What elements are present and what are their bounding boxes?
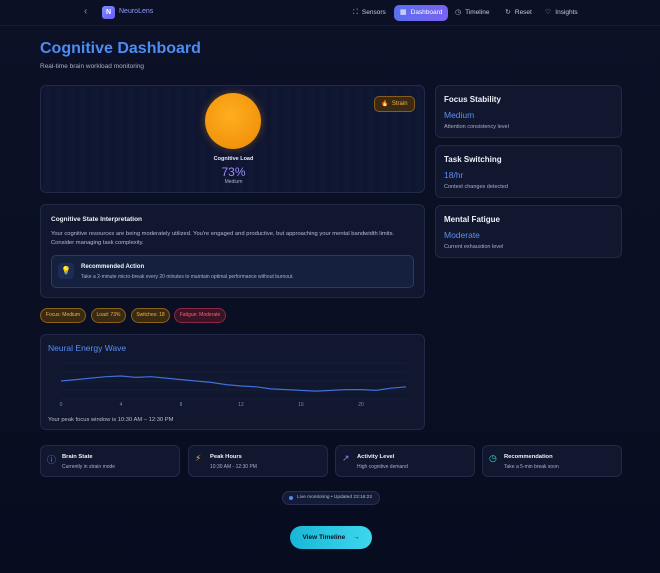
- strain-badge[interactable]: 🔥 Strain: [374, 96, 415, 112]
- stat-desc: Context changes detected: [444, 184, 508, 190]
- live-dot-icon: [289, 496, 293, 500]
- sensors-icon: ⛶: [353, 9, 358, 16]
- clock-icon: ◷: [489, 453, 497, 463]
- back-chevron-icon[interactable]: ‹: [84, 6, 87, 17]
- recommended-action-text: Take a 2-minute micro-break every 20 min…: [81, 274, 294, 280]
- mental-fatigue-card: Mental Fatigue Moderate Current exhausti…: [435, 205, 622, 258]
- mini-title: Activity Level: [357, 454, 395, 460]
- cognitive-load-label: Cognitive Load: [213, 156, 254, 162]
- stat-title: Mental Fatigue: [444, 215, 501, 224]
- live-status-badge: Live monitoring • Updated 23:16:22: [282, 491, 380, 505]
- interpretation-title: Cognitive State Interpretation: [51, 216, 143, 223]
- x-tick-label: 4: [120, 402, 123, 408]
- peak-hours-card[interactable]: ⚡ Peak Hours 10:30 AM - 12:30 PM: [188, 445, 328, 477]
- page-title: Cognitive Dashboard: [40, 40, 201, 57]
- mini-desc: High cognitive demand: [357, 464, 408, 470]
- tag-fatigue[interactable]: Fatigue: Moderate: [174, 308, 226, 323]
- dashboard-icon: ▦: [400, 9, 407, 16]
- stat-title: Task Switching: [444, 155, 502, 164]
- nav-reset[interactable]: ↻ Reset: [499, 5, 538, 21]
- cognitive-load-level: Medium: [224, 179, 243, 185]
- recommended-action-box: 💡 Recommended Action Take a 2-minute mic…: [51, 255, 414, 288]
- x-tick-label: 20: [358, 402, 364, 408]
- tag-focus[interactable]: Focus: Medium: [40, 308, 86, 323]
- mini-desc: 10:30 AM - 12:30 PM: [210, 464, 257, 470]
- activity-level-card[interactable]: ↗ Activity Level High cognitive demand: [335, 445, 475, 477]
- tag-load[interactable]: Load: 73%: [91, 308, 126, 323]
- cognitive-load-card: Cognitive Load 73% Medium 🔥 Strain: [40, 85, 425, 193]
- neural-energy-wave-card: Neural Energy Wave 0 4 8 12 16 20 Your peak f…: [40, 334, 425, 430]
- brand-logo[interactable]: N: [102, 6, 115, 19]
- stat-title: Focus Stability: [444, 95, 501, 104]
- x-tick-label: 16: [298, 402, 304, 408]
- cognitive-load-value: 73%: [221, 165, 246, 179]
- wave-chart: 0 4 8 12 16 20: [60, 362, 407, 408]
- reset-icon: ↻: [505, 9, 511, 16]
- mini-desc: Take a 5-min break soon: [504, 464, 559, 470]
- nav-timeline[interactable]: ◷ Timeline: [449, 5, 495, 21]
- mini-title: Brain State: [62, 454, 93, 460]
- cognitive-load-orb: [205, 93, 261, 149]
- stat-value: 18/hr: [444, 170, 464, 180]
- x-tick-label: 0: [60, 402, 63, 408]
- recommendation-card[interactable]: ◷ Recommendation Take a 5-min break soon: [482, 445, 622, 477]
- recommended-action-title: Recommended Action: [81, 264, 145, 270]
- stat-desc: Current exhaustion level: [444, 244, 504, 250]
- strain-icon: 🔥: [381, 101, 389, 107]
- lightbulb-icon: 💡: [58, 263, 74, 279]
- interpretation-text: Your cognitive resources are being moder…: [51, 231, 395, 246]
- task-switching-card: Task Switching 18/hr Context changes det…: [435, 145, 622, 198]
- mini-desc: Currently in strain mode: [62, 464, 116, 470]
- wave-series-line: [60, 375, 407, 392]
- lightning-icon: ⚡: [195, 453, 202, 463]
- nav-dashboard[interactable]: ▦ Dashboard: [394, 5, 449, 21]
- lightbulb-icon: ♡: [545, 9, 552, 16]
- tag-switches[interactable]: Switches: 18: [131, 308, 170, 323]
- brain-state-card[interactable]: ⓘ Brain State Currently in strain mode: [40, 445, 180, 477]
- clock-icon: ◷: [455, 9, 462, 16]
- stat-desc: Attention consistency level: [444, 124, 509, 130]
- x-tick-label: 12: [238, 402, 244, 408]
- mini-title: Peak Hours: [210, 454, 242, 460]
- brand-name[interactable]: NeuroLens: [119, 8, 153, 15]
- nav-insights[interactable]: ♡ Insights: [539, 5, 584, 21]
- wave-title: Neural Energy Wave: [48, 343, 127, 353]
- info-icon: ⓘ: [47, 455, 57, 465]
- arrow-right-icon: →: [353, 534, 360, 541]
- trend-up-icon: ↗: [342, 453, 350, 463]
- page-subtitle: Real-time brain workload monitoring: [40, 63, 145, 70]
- mini-title: Recommendation: [504, 454, 553, 460]
- stat-value: Medium: [444, 110, 475, 120]
- wave-footer: Your peak focus window is 10:30 AM – 12:…: [48, 417, 174, 423]
- focus-stability-card: Focus Stability Medium Attention consist…: [435, 85, 622, 138]
- x-tick-label: 8: [180, 402, 183, 408]
- nav-sensors[interactable]: ⛶ Sensors: [347, 5, 392, 21]
- interpretation-card: Cognitive State Interpretation Your cogn…: [40, 204, 425, 298]
- top-nav: ‹ N NeuroLens ⛶ Sensors ▦ Dashboard ◷ Timel…: [0, 0, 660, 26]
- stat-value: Moderate: [444, 230, 480, 240]
- view-timeline-button[interactable]: View Timeline →: [290, 526, 372, 549]
